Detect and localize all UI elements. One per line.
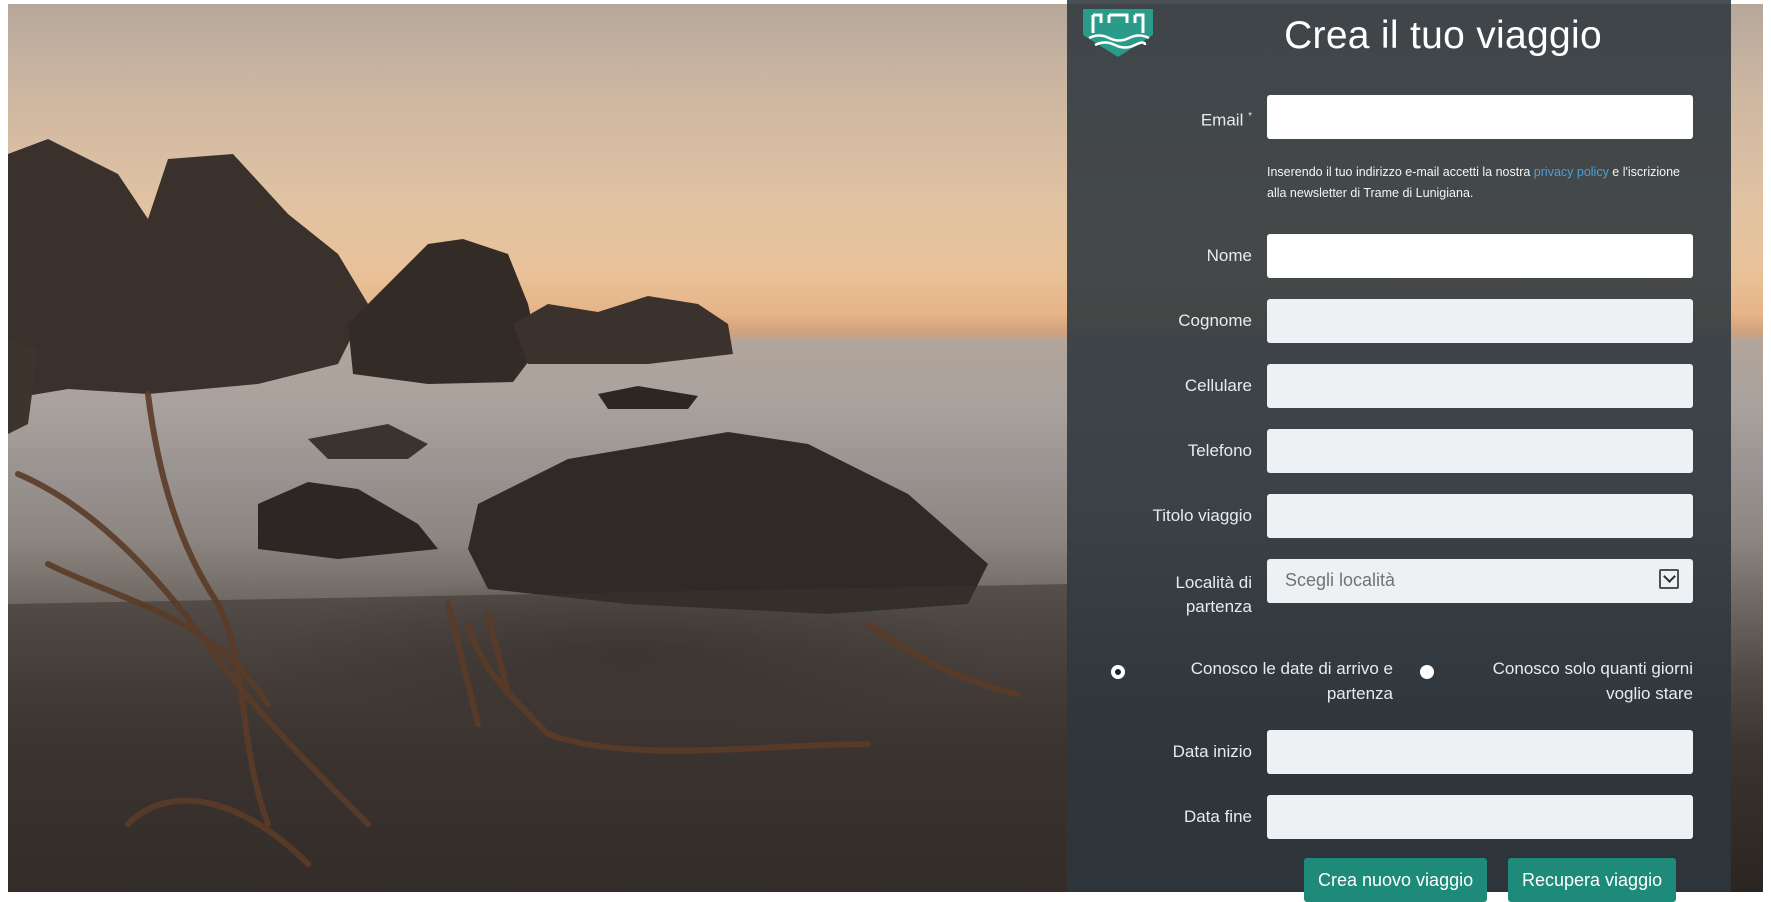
radio-days-line2: voglio stare [1606,684,1693,703]
telefono-label: Telefono [1187,441,1252,460]
titolo-viaggio-field[interactable] [1267,494,1693,538]
data-fine-field[interactable] [1267,795,1693,839]
page-title: Crea il tuo viaggio [1284,14,1602,57]
data-inizio-label: Data inizio [1172,742,1252,761]
radio-dates-known[interactable] [1111,665,1125,679]
radio-dates-line1: Conosco le date di arrivo e [1190,659,1393,678]
email-label-text: Email [1200,110,1244,130]
cellulare-label: Cellulare [1184,376,1252,395]
recover-trip-button[interactable]: Recupera viaggio [1508,858,1677,902]
cognome-field[interactable] [1267,299,1693,343]
trip-form-panel: Crea il tuo viaggio Email * Inserendo il… [1067,0,1731,902]
radio-dates-known-label: Conosco le date di arrivo e partenza [1157,656,1393,706]
data-fine-label: Data fine [1183,807,1252,826]
radio-days-line1: Conosco solo quanti giorni [1492,659,1693,678]
chevron-down-icon [1659,569,1679,589]
create-trip-button[interactable]: Crea nuovo viaggio [1304,858,1488,902]
privacy-policy-link[interactable]: privacy policy [1534,165,1609,179]
localita-label-line1: Località di [1175,573,1252,592]
note-text-start: Inserendo il tuo indirizzo e-mail accett… [1267,165,1534,179]
email-field[interactable] [1267,95,1693,139]
radio-days-known-label: Conosco solo quanti giorni voglio stare [1467,656,1693,706]
email-label: Email * [1067,105,1252,133]
cellulare-field[interactable] [1267,364,1693,408]
email-required-mark: * [1248,111,1252,122]
localita-select[interactable]: Scegli località [1267,559,1693,603]
localita-label-line2: partenza [1185,597,1252,616]
titolo-viaggio-label: Titolo viaggio [1152,506,1252,525]
telefono-field[interactable] [1267,429,1693,473]
data-inizio-field[interactable] [1267,730,1693,774]
cognome-label: Cognome [1178,311,1252,330]
nome-field[interactable] [1267,234,1693,278]
localita-select-value: Scegli località [1285,570,1396,590]
nome-label: Nome [1206,246,1252,265]
email-privacy-note: Inserendo il tuo indirizzo e-mail accett… [1267,162,1697,204]
radio-days-known[interactable] [1420,665,1434,679]
radio-dates-line2: partenza [1326,684,1393,703]
localita-partenza-label: Località di partenza [1067,571,1252,619]
